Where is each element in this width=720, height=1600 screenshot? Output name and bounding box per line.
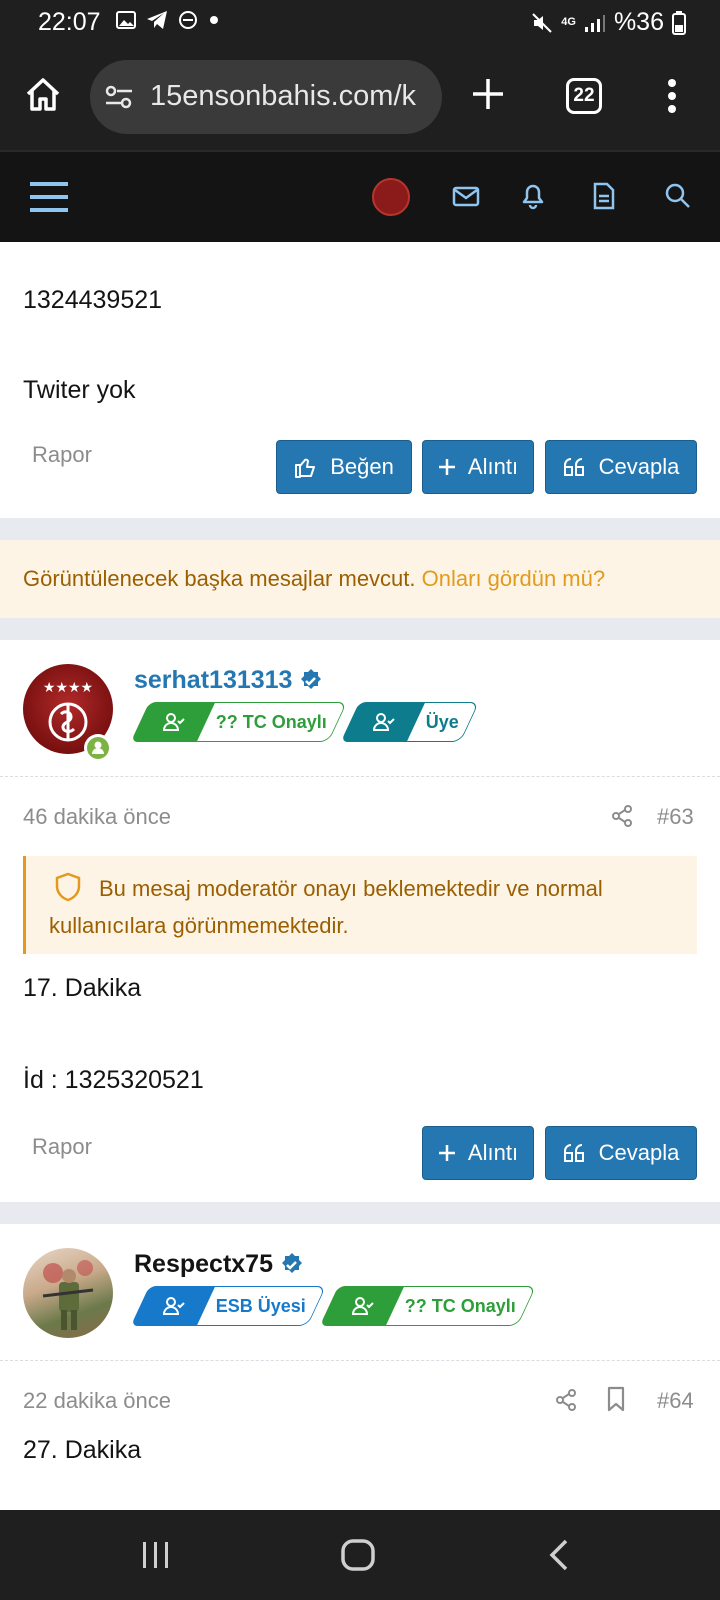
badge-label: ESB Üyesi — [216, 1295, 307, 1316]
post-line: 17. Dakika — [23, 974, 142, 1002]
reply-label: Cevapla — [598, 1140, 680, 1165]
post-card-64: Respectx75 ESB Üyesi ?? TC Onaylı 22 dak… — [0, 1224, 720, 1510]
post-line: İd : 1325320521 — [23, 1066, 204, 1094]
status-bar: 22:07 4G %36 — [0, 0, 720, 46]
battery-icon — [672, 10, 686, 35]
user-check-icon — [352, 1297, 374, 1315]
quote-marks-icon — [563, 458, 584, 476]
user-check-icon — [162, 713, 185, 731]
reply-label: Cevapla — [598, 454, 680, 479]
status-time: 22:07 — [38, 8, 101, 36]
address-bar[interactable]: 15ensonbahis.com/k — [90, 60, 442, 134]
verified-badge-icon — [281, 1252, 302, 1273]
post-line: Twiter yok — [23, 376, 136, 404]
user-check-icon — [373, 713, 395, 731]
post-time[interactable]: 22 dakika önce — [23, 1388, 171, 1414]
report-link[interactable]: Rapor — [32, 442, 92, 468]
battery-percent: %36 — [613, 8, 664, 36]
gallery-icon — [116, 11, 136, 29]
quote-label: Alıntı — [467, 1140, 519, 1165]
url-text[interactable]: 15ensonbahis.com/k — [150, 80, 416, 113]
badge-label: Üye — [426, 711, 460, 732]
reply-button[interactable]: Cevapla — [545, 1126, 697, 1180]
share-icon[interactable] — [610, 804, 634, 828]
post-time[interactable]: 46 dakika önce — [23, 804, 171, 830]
username[interactable]: Respectx75 — [134, 1250, 305, 1279]
badge-label: ?? TC Onaylı — [216, 711, 328, 732]
badge-esb-member: ESB Üyesi — [130, 1286, 327, 1326]
user-avatar[interactable] — [372, 178, 410, 216]
username-text[interactable]: Respectx75 — [134, 1250, 273, 1279]
bell-icon[interactable] — [520, 182, 546, 210]
post-card-previous: 1324439521 Twiter yok Rapor Beğen Alıntı… — [0, 242, 720, 518]
mute-icon — [532, 12, 552, 33]
shield-icon — [55, 872, 81, 902]
notice-link[interactable]: Onları gördün mü? — [422, 566, 605, 591]
verified-badge-icon — [301, 668, 322, 689]
tab-switcher-button[interactable]: 22 — [566, 78, 602, 114]
notice-text: Görüntülenecek başka mesajlar mevcut. — [23, 566, 416, 591]
user-avatar-respectx[interactable] — [23, 1248, 113, 1338]
user-badges: ESB Üyesi ?? TC Onaylı — [130, 1286, 537, 1326]
post-number[interactable]: #64 — [657, 1388, 694, 1414]
quote-label: Alıntı — [467, 454, 519, 479]
badge-label: ?? TC Onaylı — [405, 1295, 517, 1316]
quote-button[interactable]: Alıntı — [422, 1126, 534, 1180]
post-line: 27. Dakika — [23, 1436, 142, 1464]
quote-marks-icon — [563, 1144, 584, 1162]
search-icon[interactable] — [664, 182, 692, 210]
post-line: 1324439521 — [23, 286, 163, 314]
username[interactable]: serhat131313 — [134, 666, 324, 695]
post-number[interactable]: #63 — [657, 804, 694, 830]
reply-button[interactable]: Cevapla — [545, 440, 697, 494]
divider — [0, 776, 720, 777]
home-icon[interactable] — [24, 76, 62, 114]
moderation-warning-text: Bu mesaj moderatör onayı beklemektedir v… — [49, 876, 603, 938]
like-button[interactable]: Beğen — [276, 440, 412, 494]
system-navigation-bar — [0, 1510, 720, 1600]
inbox-icon[interactable] — [452, 182, 480, 210]
menu-icon[interactable] — [30, 180, 68, 214]
soldier-avatar-icon — [42, 1260, 94, 1330]
thumbs-up-icon — [295, 458, 316, 478]
online-status-icon — [84, 734, 112, 762]
username-text[interactable]: serhat131313 — [134, 666, 292, 695]
quote-button[interactable]: Alıntı — [422, 440, 534, 494]
new-tab-icon[interactable] — [470, 76, 506, 112]
unread-messages-notice: Görüntülenecek başka mesajlar mevcut. On… — [0, 540, 720, 618]
badge-tc-verified: ?? TC Onaylı — [319, 1286, 537, 1326]
badge-tc-verified: ?? TC Onaylı — [130, 702, 348, 742]
like-label: Beğen — [330, 454, 394, 479]
site-navigation — [0, 150, 720, 242]
share-icon[interactable] — [554, 1388, 578, 1412]
divider — [0, 1360, 720, 1361]
bookmark-icon[interactable] — [606, 1386, 626, 1412]
plus-icon — [438, 459, 455, 475]
moderation-warning: Bu mesaj moderatör onayı beklemektedir v… — [23, 856, 697, 954]
network-type: 4G — [561, 16, 576, 28]
document-icon[interactable] — [592, 182, 616, 210]
dot-icon — [210, 16, 218, 24]
report-link[interactable]: Rapor — [32, 1134, 92, 1160]
badge-member: Üye — [340, 702, 480, 742]
recent-apps-icon[interactable] — [140, 1540, 172, 1570]
back-icon[interactable] — [548, 1538, 570, 1572]
user-badges: ?? TC Onaylı Üye — [130, 702, 480, 742]
signal-icon — [584, 14, 605, 32]
plus-icon — [438, 1145, 455, 1161]
svg-text:★★★★: ★★★★ — [43, 680, 93, 696]
more-menu-icon[interactable] — [666, 78, 678, 114]
browser-toolbar: 15ensonbahis.com/k 22 — [0, 46, 720, 150]
telegram-icon — [147, 11, 167, 29]
site-settings-icon[interactable] — [104, 84, 134, 110]
home-nav-icon[interactable] — [340, 1538, 376, 1572]
do-not-disturb-icon — [179, 11, 197, 29]
user-check-icon — [162, 1297, 185, 1315]
